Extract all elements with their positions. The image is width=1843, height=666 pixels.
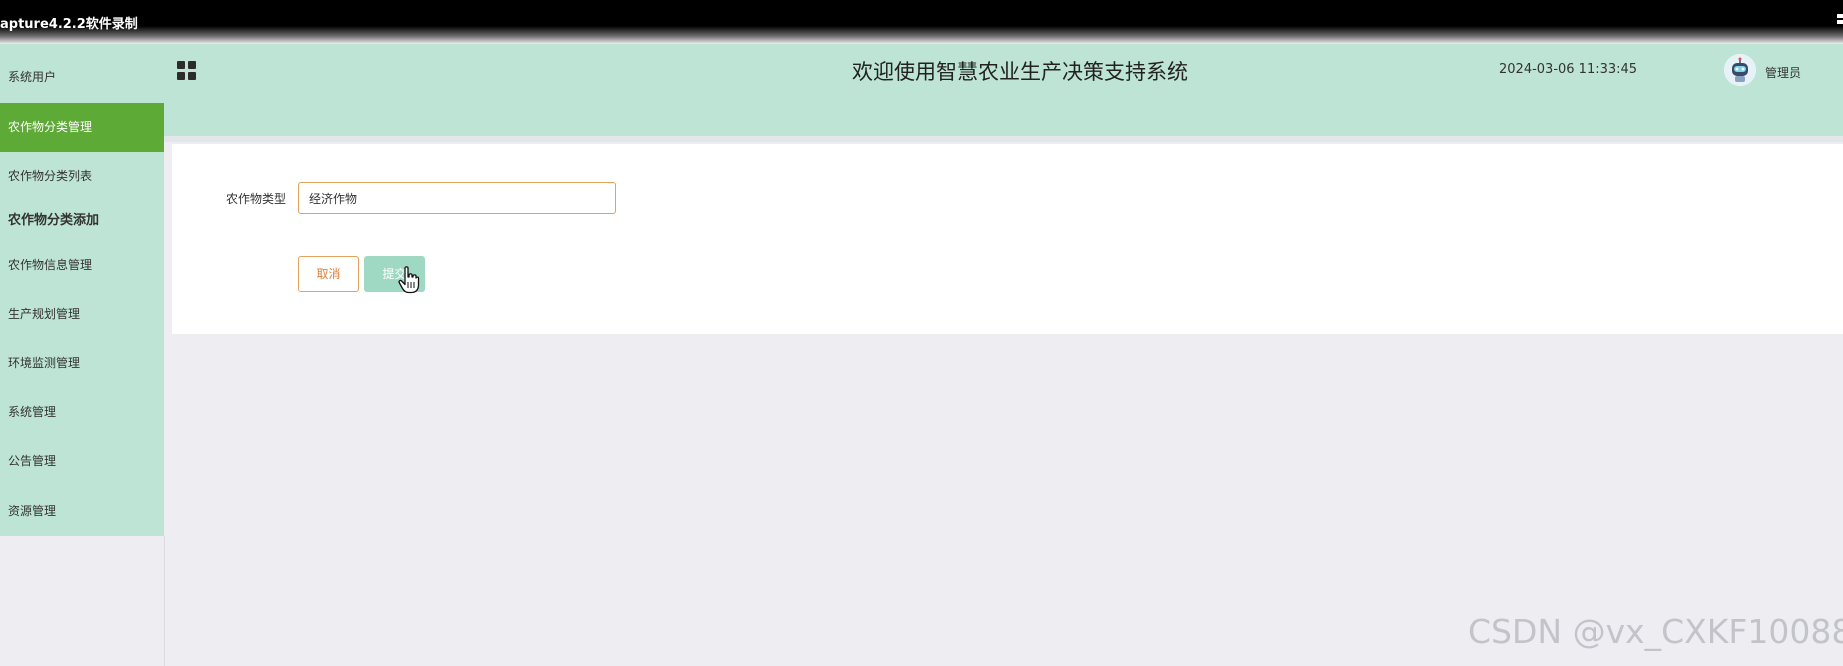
sidebar-item-announcement-management[interactable]: 公告管理 [0, 437, 164, 486]
sidebar-item-environment-monitoring[interactable]: 环境监测管理 [0, 339, 164, 388]
recording-title: apture4.2.2软件录制 [0, 17, 138, 32]
header-divider [164, 136, 1843, 142]
crop-type-label: 农作物类型 [226, 192, 287, 206]
sidebar-item-crop-category-management[interactable]: 农作物分类管理 [0, 103, 164, 152]
sidebar-item-crop-category-add[interactable]: 农作物分类添加 [0, 196, 164, 245]
form-panel [172, 144, 1843, 334]
sidebar-item-resource-management[interactable]: 资源管理 [0, 487, 164, 536]
robot-avatar-icon[interactable] [1724, 54, 1756, 86]
current-datetime: 2024-03-06 11:33:45 [1499, 62, 1638, 77]
sidebar-empty-area [0, 536, 165, 666]
crop-type-input[interactable] [298, 182, 616, 214]
sidebar-item-crop-category-list[interactable]: 农作物分类列表 [0, 152, 164, 201]
overlay-menu-icon [1837, 14, 1843, 26]
cancel-button[interactable]: 取消 [298, 256, 359, 292]
sidebar-item-crop-info-management[interactable]: 农作物信息管理 [0, 241, 164, 290]
sidebar-item-system-management[interactable]: 系统管理 [0, 388, 164, 437]
hand-cursor-icon [398, 266, 420, 294]
recording-overlay-bar: apture4.2.2软件录制 [0, 0, 1843, 44]
sidebar-item-system-users[interactable]: 系统用户 [0, 53, 164, 102]
page-title: 欢迎使用智慧农业生产决策支持系统 [852, 60, 1188, 84]
grid-menu-icon[interactable] [177, 61, 197, 81]
csdn-watermark: CSDN @vx_CXKF10088 [1468, 612, 1843, 651]
username-label[interactable]: 管理员 [1765, 64, 1801, 81]
sidebar: 系统用户 农作物分类管理 农作物分类列表 农作物分类添加 农作物信息管理 生产规… [0, 44, 164, 536]
sidebar-item-production-planning[interactable]: 生产规划管理 [0, 290, 164, 339]
